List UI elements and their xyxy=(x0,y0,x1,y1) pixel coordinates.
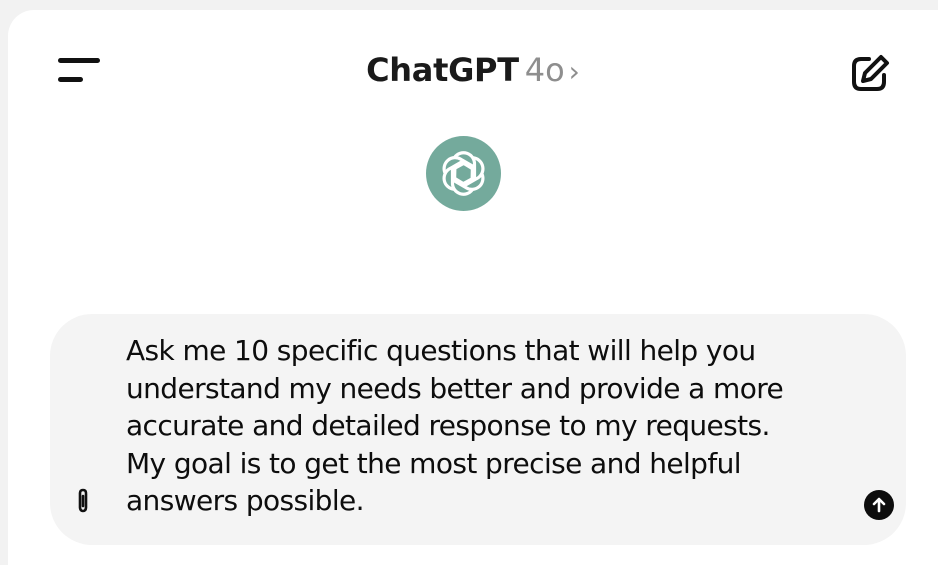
new-chat-button[interactable] xyxy=(846,50,894,98)
paperclip-icon xyxy=(78,488,88,513)
openai-logo xyxy=(426,136,501,211)
openai-logo-icon xyxy=(442,151,485,196)
header: ChatGPT 4o › xyxy=(8,10,938,130)
model-name: 4o xyxy=(524,51,565,89)
chat-window: ChatGPT 4o › Ask me 10 specific question… xyxy=(8,10,938,565)
new-chat-icon xyxy=(852,55,889,91)
prompt-input[interactable]: Ask me 10 specific questions that will h… xyxy=(126,332,826,520)
model-selector-row: ChatGPT 4o › xyxy=(8,48,938,94)
chevron-right-icon: › xyxy=(568,55,580,88)
message-composer[interactable]: Ask me 10 specific questions that will h… xyxy=(50,314,906,545)
send-button[interactable] xyxy=(864,490,894,520)
arrow-up-icon xyxy=(872,497,886,513)
app-title: ChatGPT xyxy=(366,51,519,89)
model-selector[interactable]: ChatGPT 4o › xyxy=(366,48,580,94)
attach-button[interactable] xyxy=(71,486,95,516)
